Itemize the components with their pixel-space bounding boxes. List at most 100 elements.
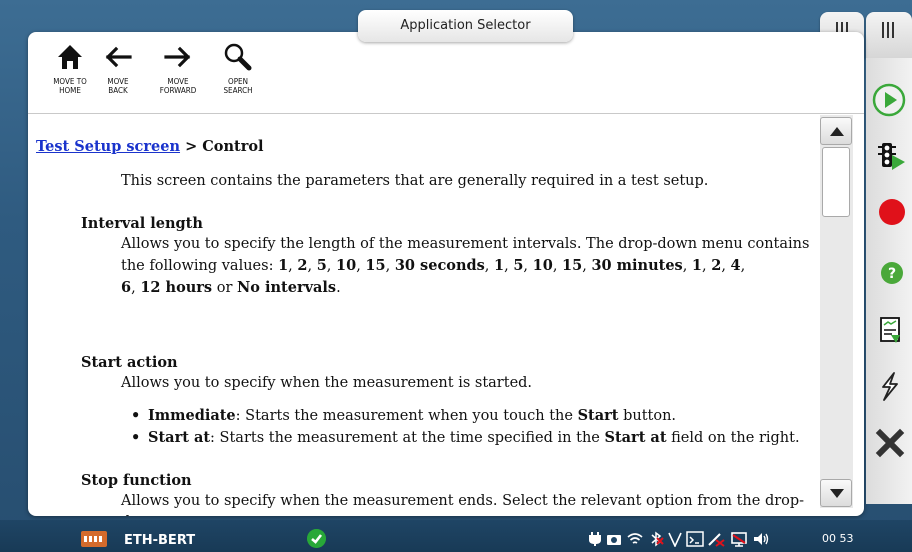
value: 30 minutes — [591, 257, 683, 274]
report-icon — [880, 317, 900, 343]
speaker-icon — [754, 533, 769, 545]
breadcrumb-link[interactable]: Test Setup screen — [36, 138, 180, 155]
traffic-light-icon — [878, 143, 905, 170]
application-selector-tab[interactable]: Application Selector — [358, 10, 573, 42]
intro-text: This screen contains the parameters that… — [121, 173, 709, 189]
breadcrumb: Test Setup screen > Control — [36, 136, 264, 157]
interval-heading: Interval length — [81, 215, 203, 232]
panel-handle-icon — [882, 22, 894, 38]
status-ok-icon — [307, 529, 326, 548]
side-action-panel: ? — [866, 58, 912, 504]
record-icon — [879, 199, 905, 225]
close-button[interactable] — [866, 420, 912, 464]
value: 30 seconds — [394, 257, 485, 274]
help-window: MOVE TO HOME MOVE BACK MOVE FORWARD OPEN… — [28, 32, 864, 516]
terminal-icon — [686, 531, 704, 547]
application-selector-label: Application Selector — [400, 18, 531, 33]
help-content: Test Setup screen > Control This screen … — [28, 115, 820, 516]
sep: , — [484, 258, 495, 274]
value: No intervals — [237, 279, 337, 296]
sep: , — [326, 258, 337, 274]
back-label: MOVE BACK — [107, 77, 129, 95]
report-button[interactable] — [866, 308, 912, 352]
network-off-icon — [708, 533, 725, 547]
value: 15 — [365, 257, 386, 274]
value: 5 — [316, 257, 327, 274]
sep: , — [740, 258, 746, 274]
open-search-button[interactable]: OPEN SEARCH — [210, 42, 266, 110]
move-back-button[interactable]: MOVE BACK — [90, 42, 146, 110]
value: 10 — [532, 257, 553, 274]
term: Start at — [604, 429, 667, 446]
stop-heading: Stop function — [81, 472, 192, 489]
term: Start — [577, 407, 619, 424]
scroll-thumb[interactable] — [822, 147, 850, 217]
stop-text: Allows you to specify when the measureme… — [121, 493, 805, 516]
help-icon: ? — [881, 262, 903, 284]
search-label: OPEN SEARCH — [223, 77, 253, 95]
start-test-button[interactable] — [866, 78, 912, 122]
start-options-list: Immediate: Starts the measurement when y… — [131, 405, 811, 449]
value: 2 — [297, 257, 308, 274]
application-icon[interactable] — [81, 531, 107, 547]
term: Start at — [148, 429, 211, 446]
help-button[interactable]: ? — [866, 248, 912, 292]
start-text: Allows you to specify when the measureme… — [121, 375, 533, 391]
value: 1 — [691, 257, 703, 274]
interval-text: Allows you to specify the length of the … — [121, 234, 811, 299]
list-item: Immediate: Starts the measurement when y… — [131, 405, 811, 427]
desc: field on the right. — [666, 430, 800, 446]
wifi-icon — [627, 533, 643, 544]
status-bar: ETH-BERT 00 53 — [0, 520, 912, 552]
play-icon — [872, 83, 906, 117]
list-item: Start at: Starts the measurement at the … — [131, 427, 811, 449]
sep: , — [385, 258, 395, 274]
move-forward-button[interactable]: MOVE FORWARD — [150, 42, 206, 110]
value: 10 — [336, 257, 357, 274]
sep: or — [212, 280, 237, 296]
scroll-up-button[interactable] — [820, 117, 852, 145]
close-icon — [875, 428, 905, 458]
event-button[interactable] — [866, 364, 912, 408]
sep: , — [131, 280, 141, 296]
value: 12 hours — [140, 279, 213, 296]
sep: , — [702, 258, 712, 274]
breadcrumb-current: > Control — [180, 138, 264, 155]
desc: button. — [618, 408, 677, 424]
sep: , — [307, 258, 317, 274]
scroll-down-button[interactable] — [820, 479, 852, 507]
value: 4 — [730, 257, 741, 274]
vertical-scrollbar[interactable] — [820, 115, 853, 508]
display-off-icon — [731, 532, 747, 547]
value: 2 — [711, 257, 722, 274]
forward-label: MOVE FORWARD — [159, 77, 197, 95]
start-heading: Start action — [81, 354, 178, 371]
help-toolbar: MOVE TO HOME MOVE BACK MOVE FORWARD OPEN… — [28, 32, 864, 114]
value: 6 — [121, 279, 132, 296]
forward-arrow-icon — [164, 46, 191, 68]
sep: , — [288, 258, 298, 274]
lightning-icon — [882, 372, 898, 401]
application-name[interactable]: ETH-BERT — [124, 533, 195, 548]
bluetooth-off-icon — [651, 531, 664, 547]
desc: : Starts the measurement at the time spe… — [210, 430, 605, 446]
status-icons — [588, 530, 770, 548]
traffic-test-button[interactable] — [866, 134, 912, 178]
power-plug-icon — [589, 532, 601, 546]
record-button[interactable] — [866, 190, 912, 234]
side-tab-2[interactable] — [866, 12, 912, 58]
sep: , — [552, 258, 563, 274]
v-icon — [668, 532, 682, 547]
search-icon — [224, 43, 252, 71]
back-arrow-icon — [105, 46, 132, 68]
sep: , — [523, 258, 533, 274]
svg-text:?: ? — [888, 266, 896, 282]
value: 1 — [494, 257, 505, 274]
value: 5 — [513, 257, 524, 274]
sep: . — [336, 280, 341, 296]
home-label: MOVE TO HOME — [53, 77, 87, 95]
home-icon — [58, 45, 82, 69]
desc: : Starts the measurement when you touch … — [235, 408, 578, 424]
camera-icon — [607, 535, 621, 545]
clock: 00 53 — [822, 532, 854, 545]
